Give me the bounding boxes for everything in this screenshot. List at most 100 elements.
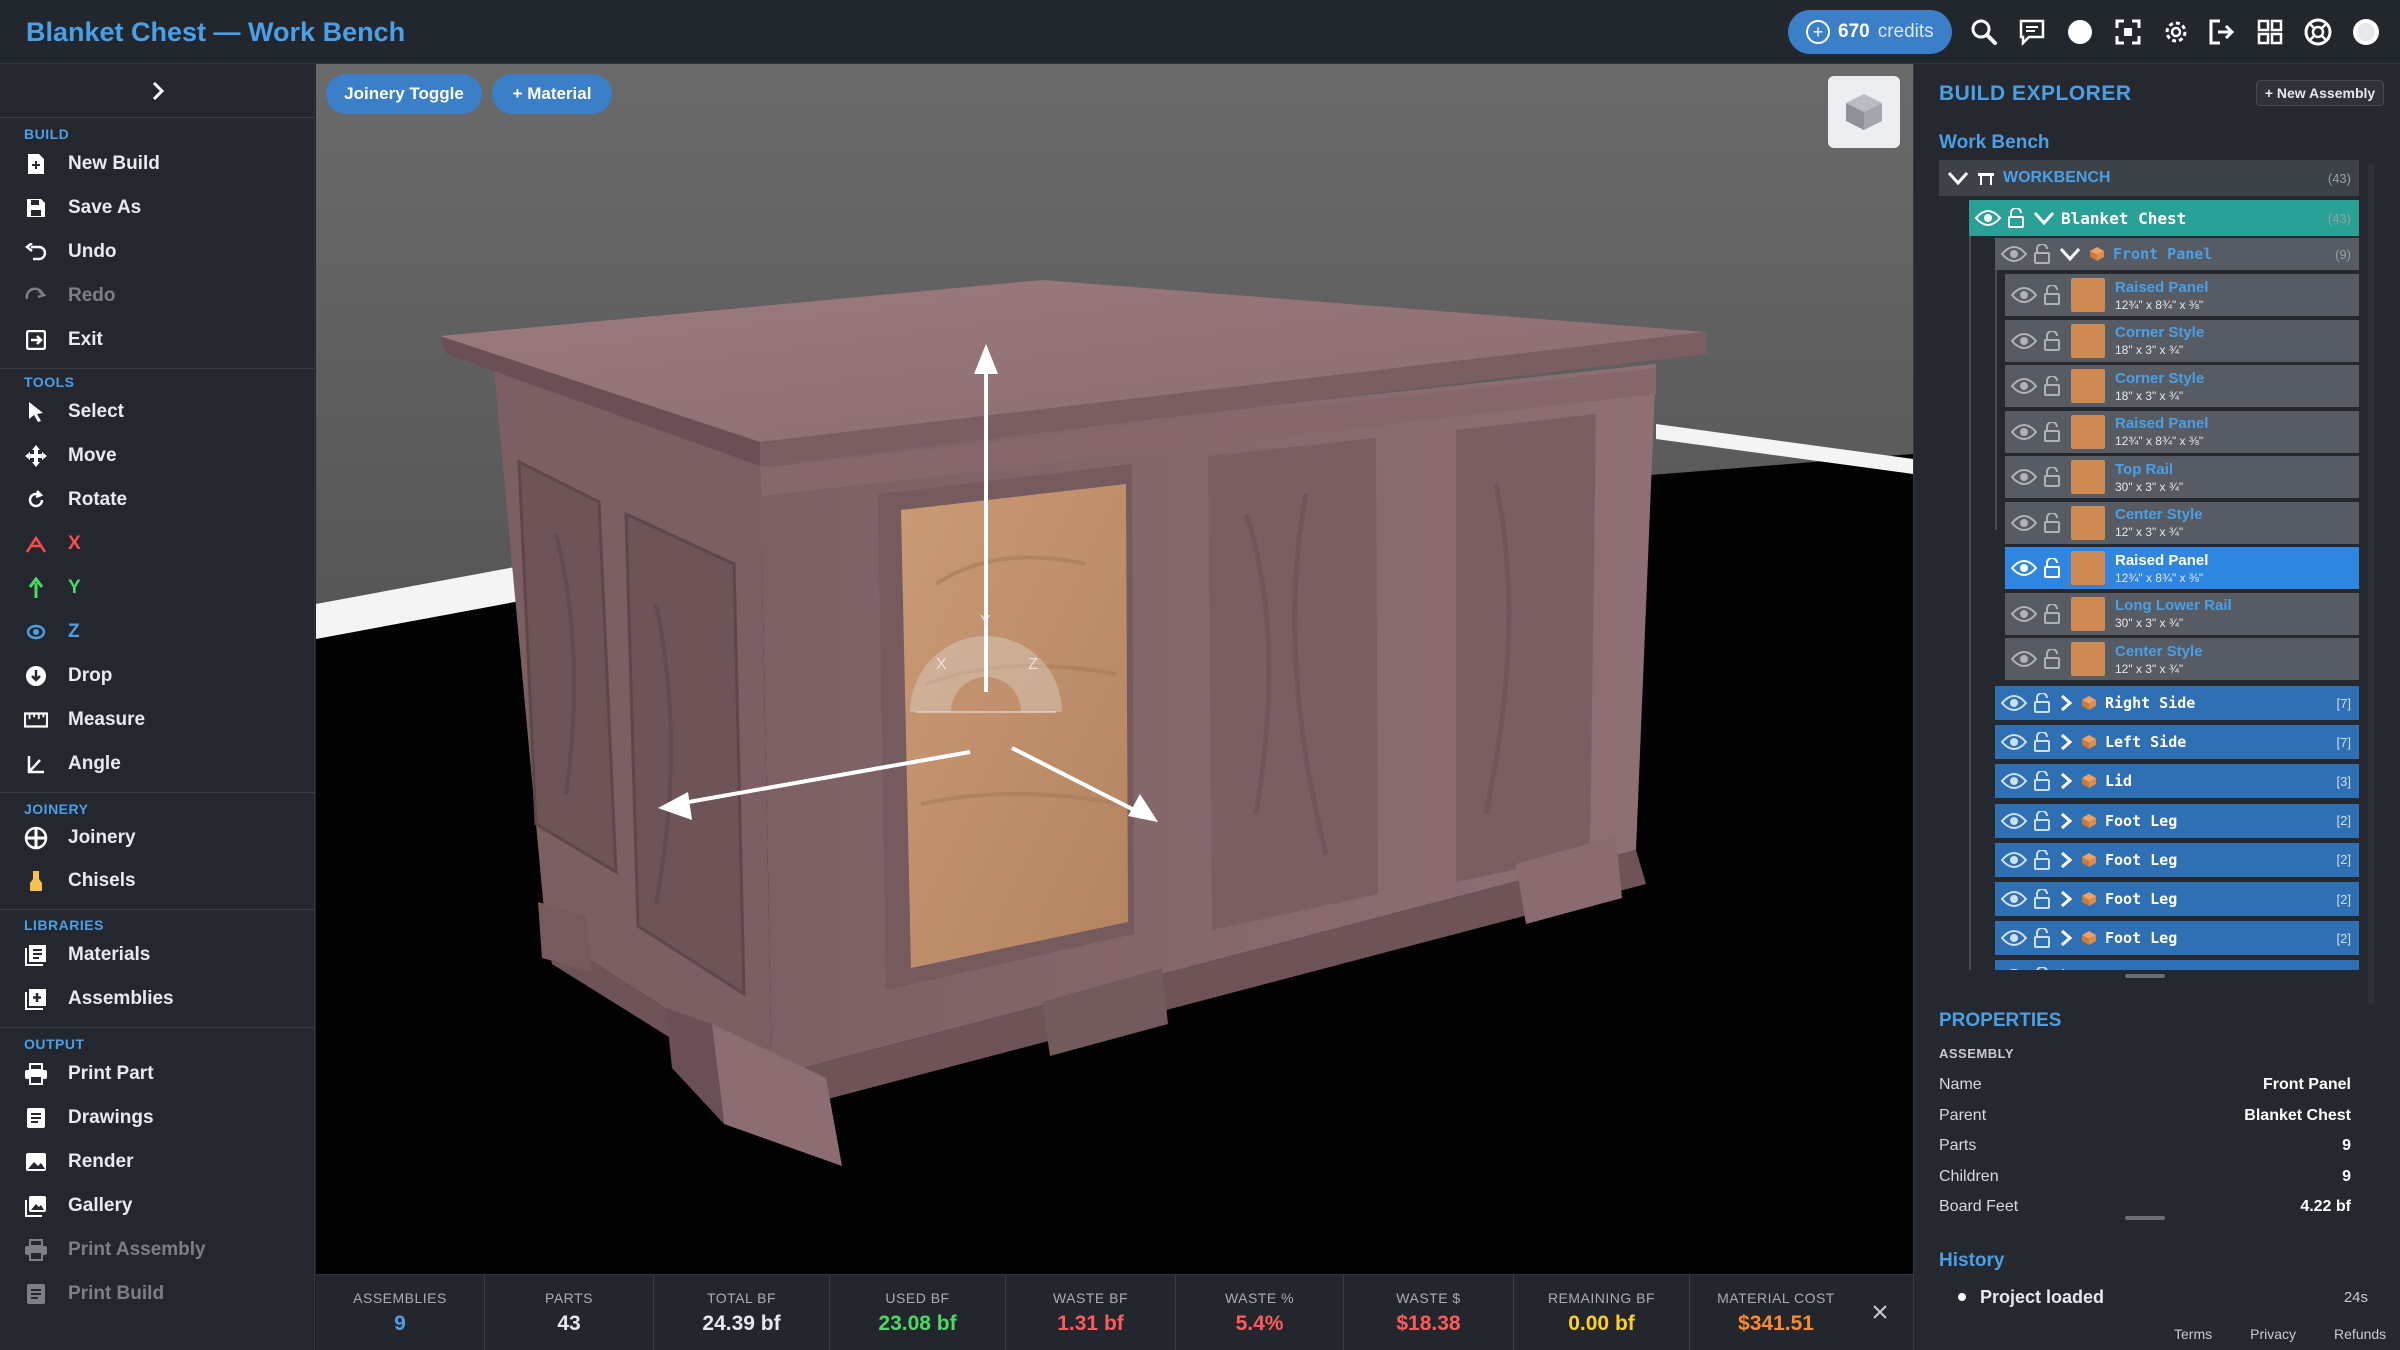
settings-icon[interactable] <box>2160 16 2192 48</box>
resize-handle[interactable] <box>2125 1216 2165 1220</box>
print-assembly-button[interactable]: Print Assembly <box>24 1233 206 1267</box>
print-build-button[interactable]: Print Build <box>24 1277 164 1311</box>
tree-assembly-row[interactable]: Foot Leg [2] <box>1995 842 2359 877</box>
joinery-button[interactable]: Joinery <box>24 821 136 855</box>
visibility-eye-icon[interactable] <box>2001 245 2027 263</box>
chevron-right-icon[interactable] <box>2059 890 2073 908</box>
tree-part-row[interactable]: Center Style 12" x 3" x ¾" <box>2005 638 2359 680</box>
visibility-eye-icon[interactable] <box>2011 514 2037 532</box>
visibility-eye-icon[interactable] <box>2011 423 2037 441</box>
tree-assembly-row[interactable]: Foot Leg [2] <box>1995 803 2359 838</box>
tree-front-panel[interactable]: Front Panel (9) <box>1995 238 2359 270</box>
privacy-link[interactable]: Privacy <box>2250 1326 2296 1342</box>
materials-button[interactable]: Materials <box>24 938 150 972</box>
lock-open-icon[interactable] <box>2033 693 2051 713</box>
tree-part-row[interactable]: Center Style 12" x 3" x ¾" <box>2005 501 2359 544</box>
chevron-right-icon[interactable] <box>2059 851 2073 869</box>
visibility-eye-icon[interactable] <box>2011 377 2037 395</box>
expand-icon[interactable] <box>2112 16 2144 48</box>
undo-button[interactable]: Undo <box>24 235 117 269</box>
expand-sidebar-chevron-icon[interactable] <box>145 76 171 106</box>
lock-open-icon[interactable] <box>2043 285 2061 305</box>
3d-viewport[interactable]: X Y Z Joinery Toggle + Material <box>316 64 1913 1274</box>
visibility-eye-icon[interactable] <box>2001 694 2027 712</box>
lock-open-icon[interactable] <box>2033 849 2051 870</box>
lock-open-icon[interactable] <box>2043 421 2061 442</box>
joinery-toggle-button[interactable]: Joinery Toggle <box>326 74 482 114</box>
y-axis-tool[interactable]: Y <box>24 571 81 605</box>
exit-button[interactable]: Exit <box>24 323 103 357</box>
lock-open-icon[interactable] <box>2033 810 2051 831</box>
lock-open-icon[interactable] <box>2033 244 2051 264</box>
tree-part-row[interactable]: Raised Panel 12¾" x 8¾" x ⅜" <box>2005 274 2359 316</box>
tree-assembly-row[interactable]: Left Side [7] <box>1995 725 2359 760</box>
chevron-right-icon[interactable] <box>2059 929 2073 947</box>
lock-open-icon[interactable] <box>2043 649 2061 669</box>
avatar-icon[interactable] <box>2350 16 2382 48</box>
print-part-button[interactable]: Print Part <box>24 1057 154 1091</box>
tree-assembly-row[interactable]: Base Panel[1] <box>1995 960 2359 970</box>
chevron-right-icon[interactable] <box>2059 812 2073 830</box>
circle-icon[interactable] <box>2064 16 2096 48</box>
visibility-eye-icon[interactable] <box>2001 733 2027 751</box>
drawings-button[interactable]: Drawings <box>24 1101 154 1135</box>
grid-icon[interactable] <box>2254 16 2286 48</box>
tree-blanket-chest[interactable]: Blanket Chest (43) <box>1969 200 2359 236</box>
close-stats-icon[interactable] <box>1869 1301 1891 1323</box>
tree-scrollbar[interactable] <box>2368 164 2374 1004</box>
tree-part-row[interactable]: Corner Style 18" x 3" x ¾" <box>2005 365 2359 407</box>
rotate-tool[interactable]: Rotate <box>24 483 127 517</box>
refunds-link[interactable]: Refunds <box>2334 1326 2386 1342</box>
lock-open-icon[interactable] <box>2007 208 2025 228</box>
tree-part-row[interactable]: Corner Style 18" x 3" x ¾" <box>2005 319 2359 362</box>
measure-tool[interactable]: Measure <box>24 703 145 737</box>
drop-tool[interactable]: Drop <box>24 659 112 693</box>
move-tool[interactable]: Move <box>24 439 117 473</box>
terms-link[interactable]: Terms <box>2174 1326 2212 1342</box>
angle-tool[interactable]: Angle <box>24 747 121 781</box>
tree-root-workbench[interactable]: WORKBENCH (43) <box>1939 160 2359 196</box>
credits-button[interactable]: + 670 credits <box>1788 10 1952 54</box>
select-tool[interactable]: Select <box>24 395 124 429</box>
lock-open-icon[interactable] <box>2043 512 2061 533</box>
lock-open-icon[interactable] <box>2043 376 2061 396</box>
visibility-eye-icon[interactable] <box>1975 209 2001 227</box>
support-icon[interactable] <box>2302 16 2334 48</box>
lock-open-icon[interactable] <box>2033 967 2051 970</box>
z-axis-tool[interactable]: Z <box>24 615 80 649</box>
search-icon[interactable] <box>1968 16 2000 48</box>
exit-icon[interactable] <box>2206 16 2238 48</box>
render-button[interactable]: Render <box>24 1145 133 1179</box>
visibility-eye-icon[interactable] <box>2001 851 2027 869</box>
visibility-eye-icon[interactable] <box>2011 332 2037 350</box>
gallery-button[interactable]: Gallery <box>24 1189 132 1223</box>
visibility-eye-icon[interactable] <box>2001 772 2027 790</box>
chevron-right-icon[interactable] <box>2059 968 2073 970</box>
visibility-eye-icon[interactable] <box>2011 286 2037 304</box>
scene-canvas[interactable]: X Y Z <box>316 64 1913 1274</box>
tree-part-row[interactable]: Top Rail 30" x 3" x ¾" <box>2005 456 2359 498</box>
tree-part-row[interactable]: Raised Panel 12¾" x 8¾" x ⅜" <box>2005 410 2359 453</box>
chisels-button[interactable]: Chisels <box>24 864 136 898</box>
chevron-right-icon[interactable] <box>2059 694 2073 712</box>
tree-assembly-row[interactable]: Foot Leg [2] <box>1995 921 2359 956</box>
lock-open-icon[interactable] <box>2043 603 2061 624</box>
lock-open-icon[interactable] <box>2043 467 2061 487</box>
lock-open-icon[interactable] <box>2033 771 2051 792</box>
redo-button[interactable]: Redo <box>24 279 116 313</box>
chevron-down-icon[interactable] <box>2059 246 2081 262</box>
save-as-button[interactable]: Save As <box>24 191 141 225</box>
tree-part-row[interactable]: Long Lower Rail 30" x 3" x ¾" <box>2005 592 2359 635</box>
lock-open-icon[interactable] <box>2033 732 2051 753</box>
chevron-down-icon[interactable] <box>2033 210 2055 226</box>
tree-assembly-row[interactable]: Right Side [7] <box>1995 686 2359 720</box>
assemblies-button[interactable]: Assemblies <box>24 982 174 1016</box>
tree-assembly-row[interactable]: Foot Leg [2] <box>1995 882 2359 916</box>
chevron-down-icon[interactable] <box>1947 170 1969 186</box>
resize-handle[interactable] <box>2125 974 2165 978</box>
lock-open-icon[interactable] <box>2033 928 2051 949</box>
lock-open-icon[interactable] <box>2033 889 2051 909</box>
visibility-eye-icon[interactable] <box>2011 650 2037 668</box>
history-entry[interactable]: Project loaded 24s <box>1958 1282 2368 1312</box>
visibility-eye-icon[interactable] <box>2001 929 2027 947</box>
